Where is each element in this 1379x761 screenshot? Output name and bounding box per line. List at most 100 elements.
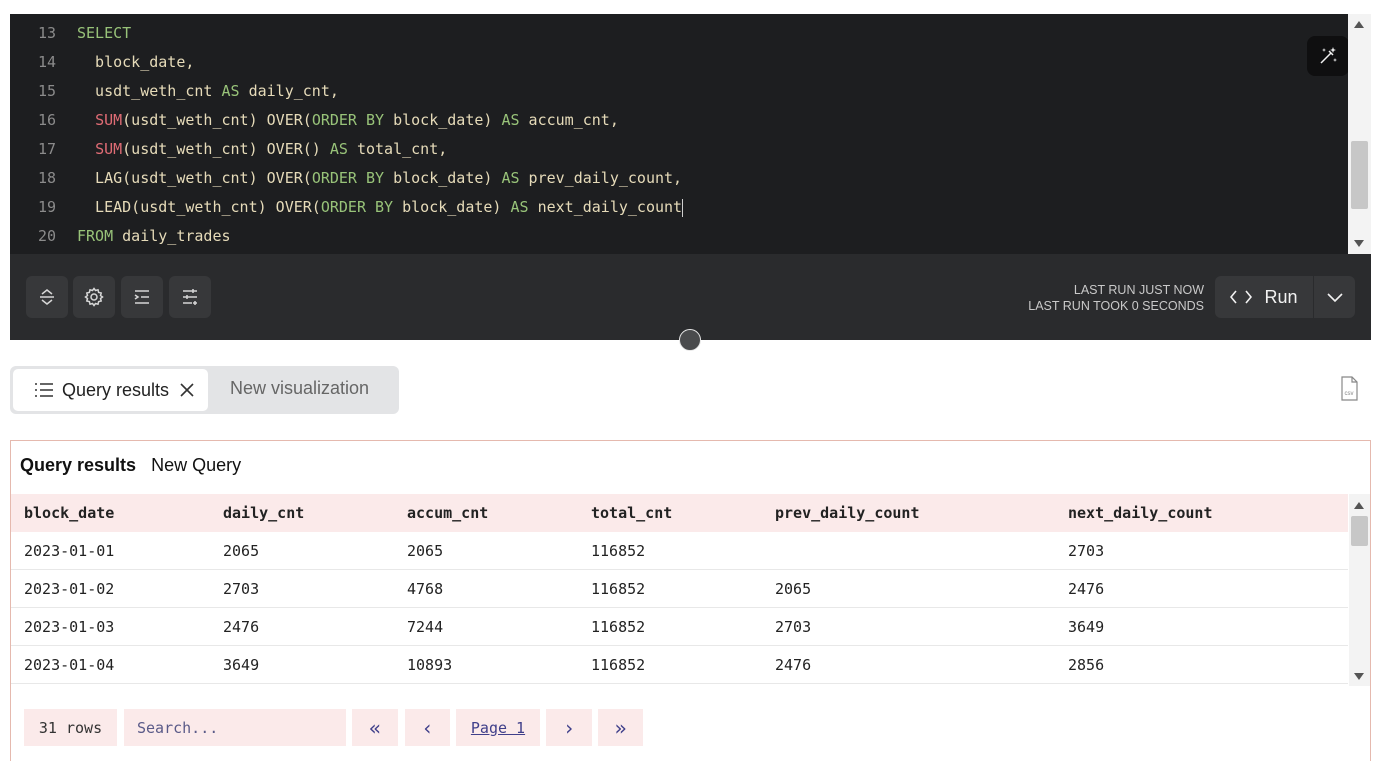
- search-input[interactable]: [124, 709, 346, 746]
- code-token: LEAD(usdt_weth_cnt) OVER(: [77, 198, 321, 216]
- scroll-down-arrow-icon[interactable]: [1354, 673, 1364, 680]
- table-cell: 116852: [578, 532, 762, 570]
- code-token: block_date): [384, 111, 502, 129]
- format-query-button[interactable]: [121, 276, 163, 318]
- close-icon[interactable]: [179, 382, 195, 398]
- code-token: daily_cnt,: [239, 82, 339, 100]
- code-token: AS: [221, 82, 240, 100]
- results-title: Query results: [20, 455, 137, 475]
- tab-query-results-label: Query results: [62, 379, 170, 400]
- collapse-editor-button[interactable]: [26, 276, 68, 318]
- scroll-up-arrow-icon[interactable]: [1354, 21, 1364, 28]
- table-row[interactable]: 2023-01-03 2476 7244 116852 2703 3649: [11, 607, 1348, 646]
- results-table: block_date daily_cnt accum_cnt total_cnt pre…: [11, 494, 1348, 684]
- ai-assist-button[interactable]: [1307, 36, 1349, 76]
- line-number: 20: [37, 227, 56, 245]
- column-header-prev-daily-count[interactable]: prev_daily_count: [762, 494, 1055, 532]
- line-number: 13: [37, 24, 56, 42]
- results-table-container[interactable]: block_date daily_cnt accum_cnt total_cnt pre…: [11, 494, 1348, 686]
- column-header-next-daily-count[interactable]: next_daily_count: [1055, 494, 1348, 532]
- code-line[interactable]: 17 SUM(usdt_weth_cnt) OVER() AS total_cn…: [10, 135, 447, 164]
- code-token: block_date): [384, 169, 502, 187]
- code-token: AS: [329, 140, 348, 158]
- table-row[interactable]: 2023-01-01 2065 2065 116852 2703: [11, 532, 1348, 570]
- search-box[interactable]: [124, 709, 346, 746]
- code-token: accum_cnt,: [519, 111, 619, 129]
- settings-button[interactable]: [73, 276, 115, 318]
- table-cell: 2065: [210, 532, 394, 570]
- table-cell: 4768: [394, 569, 578, 608]
- column-header-accum-cnt[interactable]: accum_cnt: [394, 494, 578, 532]
- settings-icon: [84, 287, 104, 307]
- editor-scrollbar[interactable]: [1348, 14, 1371, 254]
- scroll-up-arrow-icon[interactable]: [1354, 502, 1364, 509]
- double-chevron-left-icon: «: [368, 715, 382, 740]
- code-area[interactable]: 13 SELECT 14 block_date, 15 usdt_weth_cnt A…: [10, 14, 1348, 254]
- code-token: AS: [501, 111, 520, 129]
- code-line[interactable]: 16 SUM(usdt_weth_cnt) OVER(ORDER BY bloc…: [10, 106, 619, 135]
- collapse-icon: [40, 289, 54, 305]
- code-token: LAG(usdt_weth_cnt) OVER(: [77, 169, 312, 187]
- table-row[interactable]: 2023-01-02 2703 4768 116852 2065 2476: [11, 569, 1348, 608]
- download-csv-button[interactable]: csv: [1337, 376, 1361, 402]
- results-panel: Query results New Query block_date daily_…: [10, 440, 1371, 761]
- chevron-right-icon: ›: [562, 715, 576, 740]
- run-diamond-icon: [1230, 290, 1253, 304]
- table-cell: 116852: [578, 569, 762, 608]
- prev-page-button[interactable]: ‹: [405, 709, 450, 746]
- code-token: next_daily_count: [528, 198, 683, 216]
- tab-new-visualization[interactable]: New visualization: [230, 378, 369, 399]
- run-label: Run: [1264, 286, 1298, 307]
- table-cell: [762, 532, 1055, 570]
- line-number: 18: [37, 169, 56, 187]
- magic-wand-icon: [1320, 47, 1337, 64]
- table-row[interactable]: 2023-01-04 3649 10893 116852 2476 2856: [11, 645, 1348, 684]
- tab-query-results[interactable]: Query results: [13, 369, 208, 411]
- table-scrollbar[interactable]: [1349, 494, 1370, 686]
- resize-handle[interactable]: [679, 329, 701, 351]
- line-number: 14: [37, 53, 56, 71]
- table-cell: 2703: [1055, 532, 1348, 570]
- code-line[interactable]: 20 FROM daily_trades: [10, 222, 231, 251]
- first-page-button[interactable]: «: [352, 709, 398, 746]
- code-line[interactable]: 18 LAG(usdt_weth_cnt) OVER(ORDER BY bloc…: [10, 164, 682, 193]
- next-page-button[interactable]: ›: [546, 709, 592, 746]
- table-cell: 3649: [1055, 607, 1348, 646]
- scroll-down-arrow-icon[interactable]: [1354, 240, 1364, 247]
- list-icon: [35, 383, 53, 397]
- run-button[interactable]: Run: [1215, 276, 1313, 318]
- code-token: SUM: [95, 111, 123, 129]
- query-name: New Query: [151, 455, 242, 475]
- code-token: AS: [501, 169, 520, 187]
- run-status: LAST RUN JUST NOW LAST RUN TOOK 0 SECOND…: [1028, 282, 1204, 314]
- table-cell: 116852: [578, 607, 762, 646]
- code-line[interactable]: 14 block_date,: [10, 48, 194, 77]
- run-options-dropdown[interactable]: [1314, 276, 1355, 318]
- column-header-block-date[interactable]: block_date: [11, 494, 210, 532]
- code-line[interactable]: 13 SELECT: [10, 19, 131, 48]
- page-number[interactable]: Page 1: [471, 719, 525, 737]
- code-line[interactable]: 15 usdt_weth_cnt AS daily_cnt,: [10, 77, 339, 106]
- params-icon: [183, 289, 197, 305]
- sql-editor[interactable]: 13 SELECT 14 block_date, 15 usdt_weth_cnt A…: [10, 14, 1371, 340]
- table-cell: 10893: [394, 645, 578, 684]
- table-cell: 2065: [762, 569, 1055, 608]
- table-scroll-thumb[interactable]: [1351, 516, 1368, 546]
- table-cell: 3649: [210, 645, 394, 684]
- line-number: 19: [37, 198, 56, 216]
- query-params-button[interactable]: [169, 276, 211, 318]
- row-count: 31 rows: [24, 709, 117, 746]
- column-header-daily-cnt[interactable]: daily_cnt: [210, 494, 394, 532]
- table-cell: 2476: [1055, 569, 1348, 608]
- code-token: block_date): [393, 198, 511, 216]
- column-header-total-cnt[interactable]: total_cnt: [578, 494, 762, 532]
- current-page[interactable]: Page 1: [456, 709, 540, 746]
- table-cell: 7244: [394, 607, 578, 646]
- code-line[interactable]: 19 LEAD(usdt_weth_cnt) OVER(ORDER BY blo…: [10, 193, 684, 222]
- editor-scroll-thumb[interactable]: [1351, 141, 1368, 209]
- code-token: daily_trades: [113, 227, 231, 245]
- table-cell: 2703: [762, 607, 1055, 646]
- last-page-button[interactable]: »: [598, 709, 643, 746]
